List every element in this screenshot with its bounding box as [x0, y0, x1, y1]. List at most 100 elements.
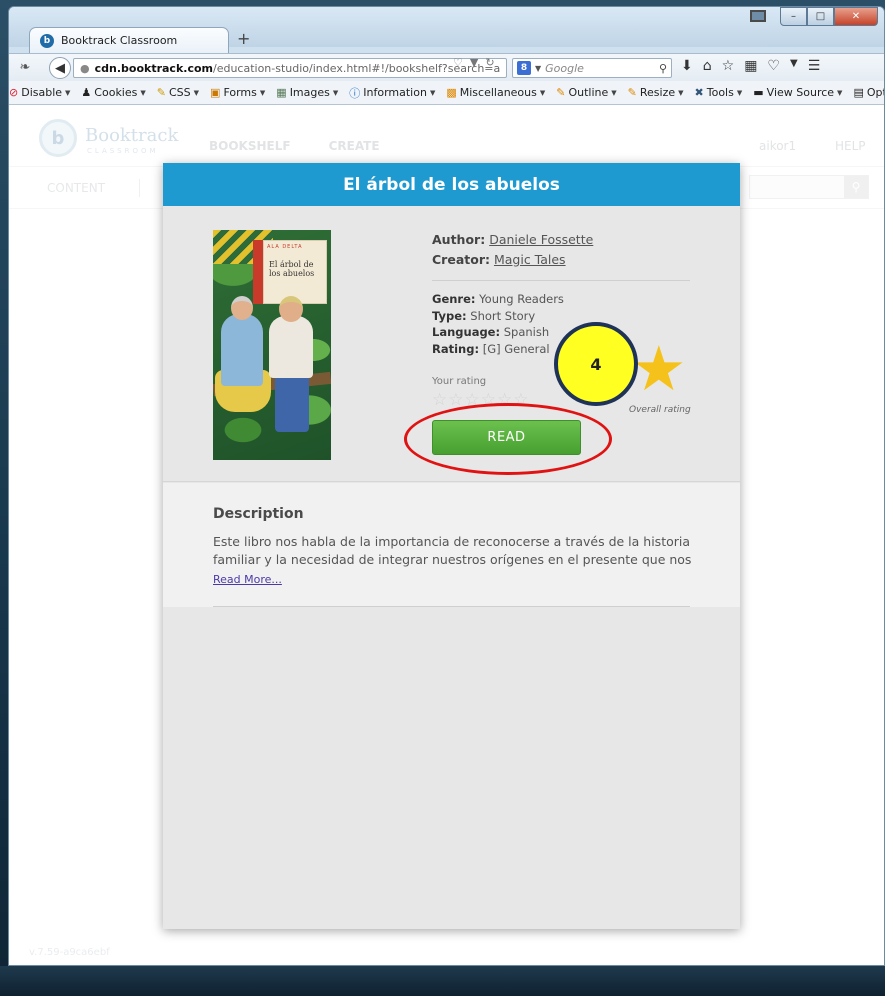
creator-line: Creator: Magic Tales — [432, 250, 692, 270]
maximize-button[interactable]: □ — [807, 7, 834, 26]
cover-title: El árbol de los abuelos — [269, 260, 315, 278]
toolbar-label: Images — [289, 86, 330, 99]
url-domain: cdn.booktrack.com — [94, 61, 213, 75]
search-placeholder: Google — [545, 61, 584, 75]
cover-grandfather-legs — [275, 374, 309, 432]
overall-rating-star-icon: ★ — [631, 332, 687, 405]
navigation-toolbar: ❧ ◀ ● cdn.booktrack.com/education-studio… — [9, 53, 884, 81]
reload-icon[interactable]: ↻ — [485, 56, 494, 69]
modal-title: El árbol de los abuelos — [163, 163, 740, 206]
caret-icon: ▼ — [259, 88, 266, 97]
book-cover-image: ALA DELTA El árbol de los abuelos — [213, 230, 331, 460]
toolbar-miscellaneous[interactable]: ▩ Miscellaneous ▼ — [446, 86, 545, 99]
toolbar-label: Resize — [639, 86, 676, 99]
search-engine-caret-icon: ▼ — [535, 63, 542, 73]
close-window-button[interactable]: ✕ — [834, 7, 878, 26]
author-line: Author: Daniele Fossette — [432, 230, 692, 250]
meta-divider — [432, 280, 690, 281]
caret-icon: ▼ — [193, 88, 200, 97]
toolbar-label: CSS — [168, 86, 191, 99]
reading-list-icon[interactable]: ▦ — [744, 58, 757, 74]
search-icon[interactable]: ⚲ — [659, 62, 667, 75]
toolbar-label: Options — [866, 86, 884, 99]
description-text: Este libro nos habla de la importancia d… — [213, 534, 692, 567]
cover-grandfather-head — [279, 296, 303, 322]
back-button[interactable]: ◀ — [49, 57, 71, 79]
cover-series: ALA DELTA — [267, 244, 303, 250]
bookmark-star-icon[interactable]: ☆ — [722, 58, 735, 74]
caret-icon: ▼ — [678, 88, 684, 97]
browser-tab[interactable]: b Booktrack Classroom — [29, 27, 229, 53]
info-icon: ⓘ — [349, 86, 361, 100]
wrench-icon: ✖ — [694, 86, 704, 99]
toolbar-outline[interactable]: ✎ Outline ▼ — [556, 86, 616, 99]
read-more-link[interactable]: Read More... — [213, 573, 282, 586]
pencil-icon: ✎ — [156, 86, 166, 99]
browser-window: – □ ✕ b Booktrack Classroom + ❧ ◀ ● cdn.… — [8, 6, 885, 966]
pocket-icon[interactable]: ♡ — [453, 56, 463, 69]
overflow-caret-icon[interactable]: ▼ — [790, 58, 798, 74]
type-line: Type: Short Story — [432, 308, 692, 325]
genre-label: Genre: — [432, 292, 476, 306]
cover-grandmother-head — [231, 296, 253, 320]
toolbar-css[interactable]: ✎ CSS ▼ — [157, 86, 199, 99]
rating-label: Rating: — [432, 341, 480, 356]
pencil-icon: ✎ — [556, 86, 566, 99]
download-icon[interactable]: ⬇ — [681, 58, 693, 74]
toolbar-view-source[interactable]: ▬ View Source ▼ — [753, 86, 842, 99]
toolbar-label: Outline — [568, 86, 609, 99]
description-title: Description — [213, 506, 304, 522]
toolbar-resize[interactable]: ✎ Resize ▼ — [628, 86, 684, 99]
rating-star-icon[interactable]: ☆ — [432, 390, 447, 410]
toolbar-label: Information — [363, 86, 427, 99]
new-tab-plus-icon[interactable]: + — [237, 29, 250, 48]
toolbar-forms[interactable]: ▣ Forms ▼ — [210, 86, 265, 99]
overall-rating-label: Overall rating — [629, 405, 691, 415]
toolbar-label: Cookies — [94, 86, 138, 99]
toolbar-cookies[interactable]: ♟ Cookies ▼ — [81, 86, 145, 99]
web-developer-toolbar: ⊘ Disable ▼ ♟ Cookies ▼ ✎ CSS ▼ ▣ Forms ▼ ▦ Image… — [9, 81, 884, 105]
type-value: Short Story — [470, 308, 536, 323]
caret-icon: ▼ — [611, 88, 617, 97]
your-rating-label: Your rating — [432, 376, 487, 387]
prohibited-icon: ⊘ — [9, 86, 19, 99]
options-icon: ▤ — [853, 86, 864, 99]
caret-icon: ▼ — [140, 88, 146, 97]
minimize-button[interactable]: – — [780, 7, 807, 26]
genre-line: Genre: Young Readers — [432, 291, 692, 308]
genre-value: Young Readers — [479, 292, 564, 306]
person-icon: ♟ — [81, 86, 92, 99]
address-bar[interactable]: ● cdn.booktrack.com/education-studio/ind… — [73, 58, 507, 78]
cover-grandfather — [269, 316, 313, 378]
toolbar-disable[interactable]: ⊘ Disable ▼ — [9, 86, 70, 99]
display-icon — [750, 10, 766, 22]
caret-icon: ▼ — [539, 88, 546, 97]
pocket-toolbar-icon[interactable]: ♡ — [767, 58, 780, 74]
dropdown-arrow-icon[interactable]: ▼ — [470, 56, 478, 69]
toolbar-information[interactable]: ⓘ Information ▼ — [349, 85, 435, 101]
toolbar-label: Tools — [706, 86, 734, 99]
author-label: Author: — [432, 232, 486, 247]
home-icon[interactable]: ⌂ — [703, 58, 712, 74]
author-link[interactable]: Daniele Fossette — [489, 232, 593, 247]
caret-icon: ▼ — [332, 88, 339, 97]
caret-icon: ▼ — [429, 88, 436, 97]
toolbar-tools[interactable]: ✖ Tools ▼ — [695, 86, 743, 99]
description-divider — [213, 606, 690, 607]
google-engine-icon[interactable]: 8 — [517, 61, 531, 75]
toolbar-options[interactable]: ▤Options▼ — [853, 86, 884, 99]
form-icon: ▣ — [210, 86, 221, 99]
search-bar[interactable]: 8 ▼ Google ⚲ — [512, 58, 672, 78]
type-label: Type: — [432, 308, 467, 323]
monitor-icon: ▬ — [753, 86, 764, 99]
caret-icon: ▼ — [736, 88, 743, 97]
menu-icon[interactable]: ☰ — [808, 58, 821, 74]
highlight-ellipse — [404, 403, 612, 475]
image-icon: ▦ — [276, 86, 287, 99]
page-viewport: b Booktrack CLASSROOM BOOKSHELF CREATE a… — [9, 105, 884, 965]
creator-link[interactable]: Magic Tales — [494, 252, 566, 267]
identity-icon[interactable]: ❧ — [13, 60, 37, 75]
window-controls: – □ ✕ — [780, 7, 878, 26]
toolbar-images[interactable]: ▦ Images ▼ — [276, 86, 338, 99]
cover-publisher-strip — [253, 240, 263, 304]
